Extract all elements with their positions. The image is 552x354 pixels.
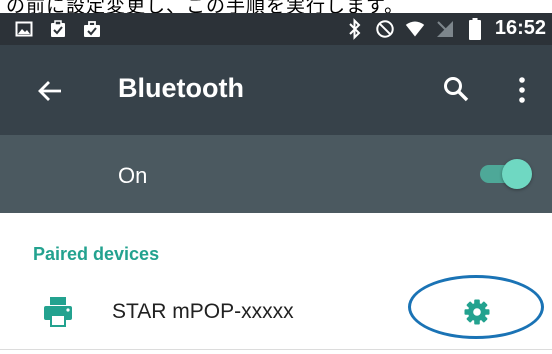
instruction-caption: の前に設定変更し、この手順を実行します。 (0, 0, 552, 13)
image-icon (14, 19, 34, 39)
app-bar: Bluetooth (0, 45, 552, 135)
clipboard-check-icon (48, 19, 68, 39)
do-not-disturb-icon (375, 19, 395, 39)
bluetooth-icon (345, 17, 365, 40)
status-left-icons (14, 19, 102, 39)
caption-text: の前に設定変更し、この手順を実行します。 (6, 0, 405, 13)
search-icon (444, 77, 469, 102)
paired-devices-header: Paired devices (33, 244, 160, 264)
printer-icon (42, 297, 74, 327)
status-right-icons: 16:52 (345, 17, 546, 40)
status-bar: 16:52 (0, 13, 552, 45)
list-divider (0, 349, 552, 350)
battery-icon (465, 17, 485, 40)
more-options-button[interactable] (512, 75, 532, 105)
highlight-annotation (408, 275, 544, 339)
bluetooth-toggle-row[interactable]: On (0, 135, 552, 213)
toggle-label: On (118, 163, 148, 188)
status-time: 16:52 (494, 17, 546, 39)
arrow-back-icon (38, 81, 61, 101)
briefcase-check-icon (82, 19, 102, 39)
back-button[interactable] (36, 77, 64, 105)
no-sim-icon (435, 19, 455, 39)
switch-thumb (502, 159, 532, 189)
wifi-icon (405, 19, 425, 39)
page-title: Bluetooth (118, 73, 244, 103)
device-name: STAR mPOP-xxxxx (112, 300, 294, 323)
more-vert-icon (519, 77, 525, 103)
search-button[interactable] (442, 75, 470, 103)
bluetooth-switch[interactable] (476, 159, 532, 189)
